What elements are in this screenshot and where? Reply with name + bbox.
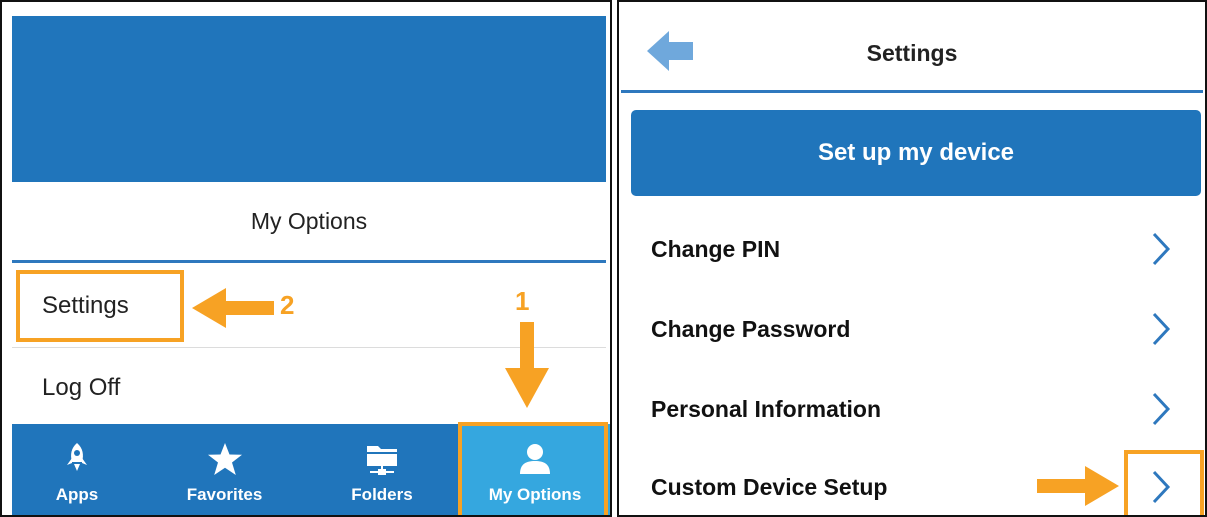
header-banner	[12, 16, 606, 182]
tab-label: Folders	[351, 485, 413, 504]
step-2-label: 2	[280, 290, 295, 320]
my-options-screen: My Options Settings Log Off Apps Favorit…	[0, 0, 612, 517]
page-title: My Options	[250, 208, 368, 234]
tab-folders[interactable]: Folders	[307, 424, 457, 515]
folder-icon	[364, 442, 400, 481]
right-arrow-annotation	[1037, 466, 1119, 506]
custom-setup-highlight-box	[1124, 450, 1204, 515]
my-options-highlight-box	[458, 422, 608, 515]
settings-item-label: Change PIN	[651, 236, 781, 262]
settings-item-change-pin[interactable]: Change PIN	[619, 210, 1205, 288]
page-title: Settings	[866, 40, 958, 66]
tab-label: Apps	[55, 485, 99, 504]
title-divider	[621, 90, 1203, 93]
chevron-right-icon	[1151, 232, 1171, 271]
set-up-my-device-button[interactable]: Set up my device	[631, 110, 1201, 196]
menu-item-label: Log Off	[42, 374, 121, 401]
chevron-right-icon	[1151, 392, 1171, 431]
title-divider	[12, 260, 606, 263]
tab-apps[interactable]: Apps	[12, 424, 142, 515]
settings-screen: Settings Set up my device Change PIN Cha…	[617, 0, 1207, 517]
down-arrow-annotation	[505, 322, 549, 408]
settings-item-label: Custom Device Setup	[651, 474, 888, 500]
settings-item-personal-information[interactable]: Personal Information	[619, 370, 1205, 448]
star-icon	[207, 442, 243, 481]
chevron-right-icon	[1151, 312, 1171, 351]
tab-favorites[interactable]: Favorites	[142, 424, 307, 515]
step-1-label: 1	[515, 286, 530, 316]
settings-item-label: Personal Information	[651, 396, 882, 422]
settings-item-label: Change Password	[651, 316, 851, 342]
tab-label: Favorites	[186, 485, 263, 504]
rocket-icon	[66, 442, 88, 477]
settings-highlight-box	[16, 270, 184, 342]
left-arrow-annotation	[192, 288, 274, 328]
settings-item-change-password[interactable]: Change Password	[619, 290, 1205, 368]
